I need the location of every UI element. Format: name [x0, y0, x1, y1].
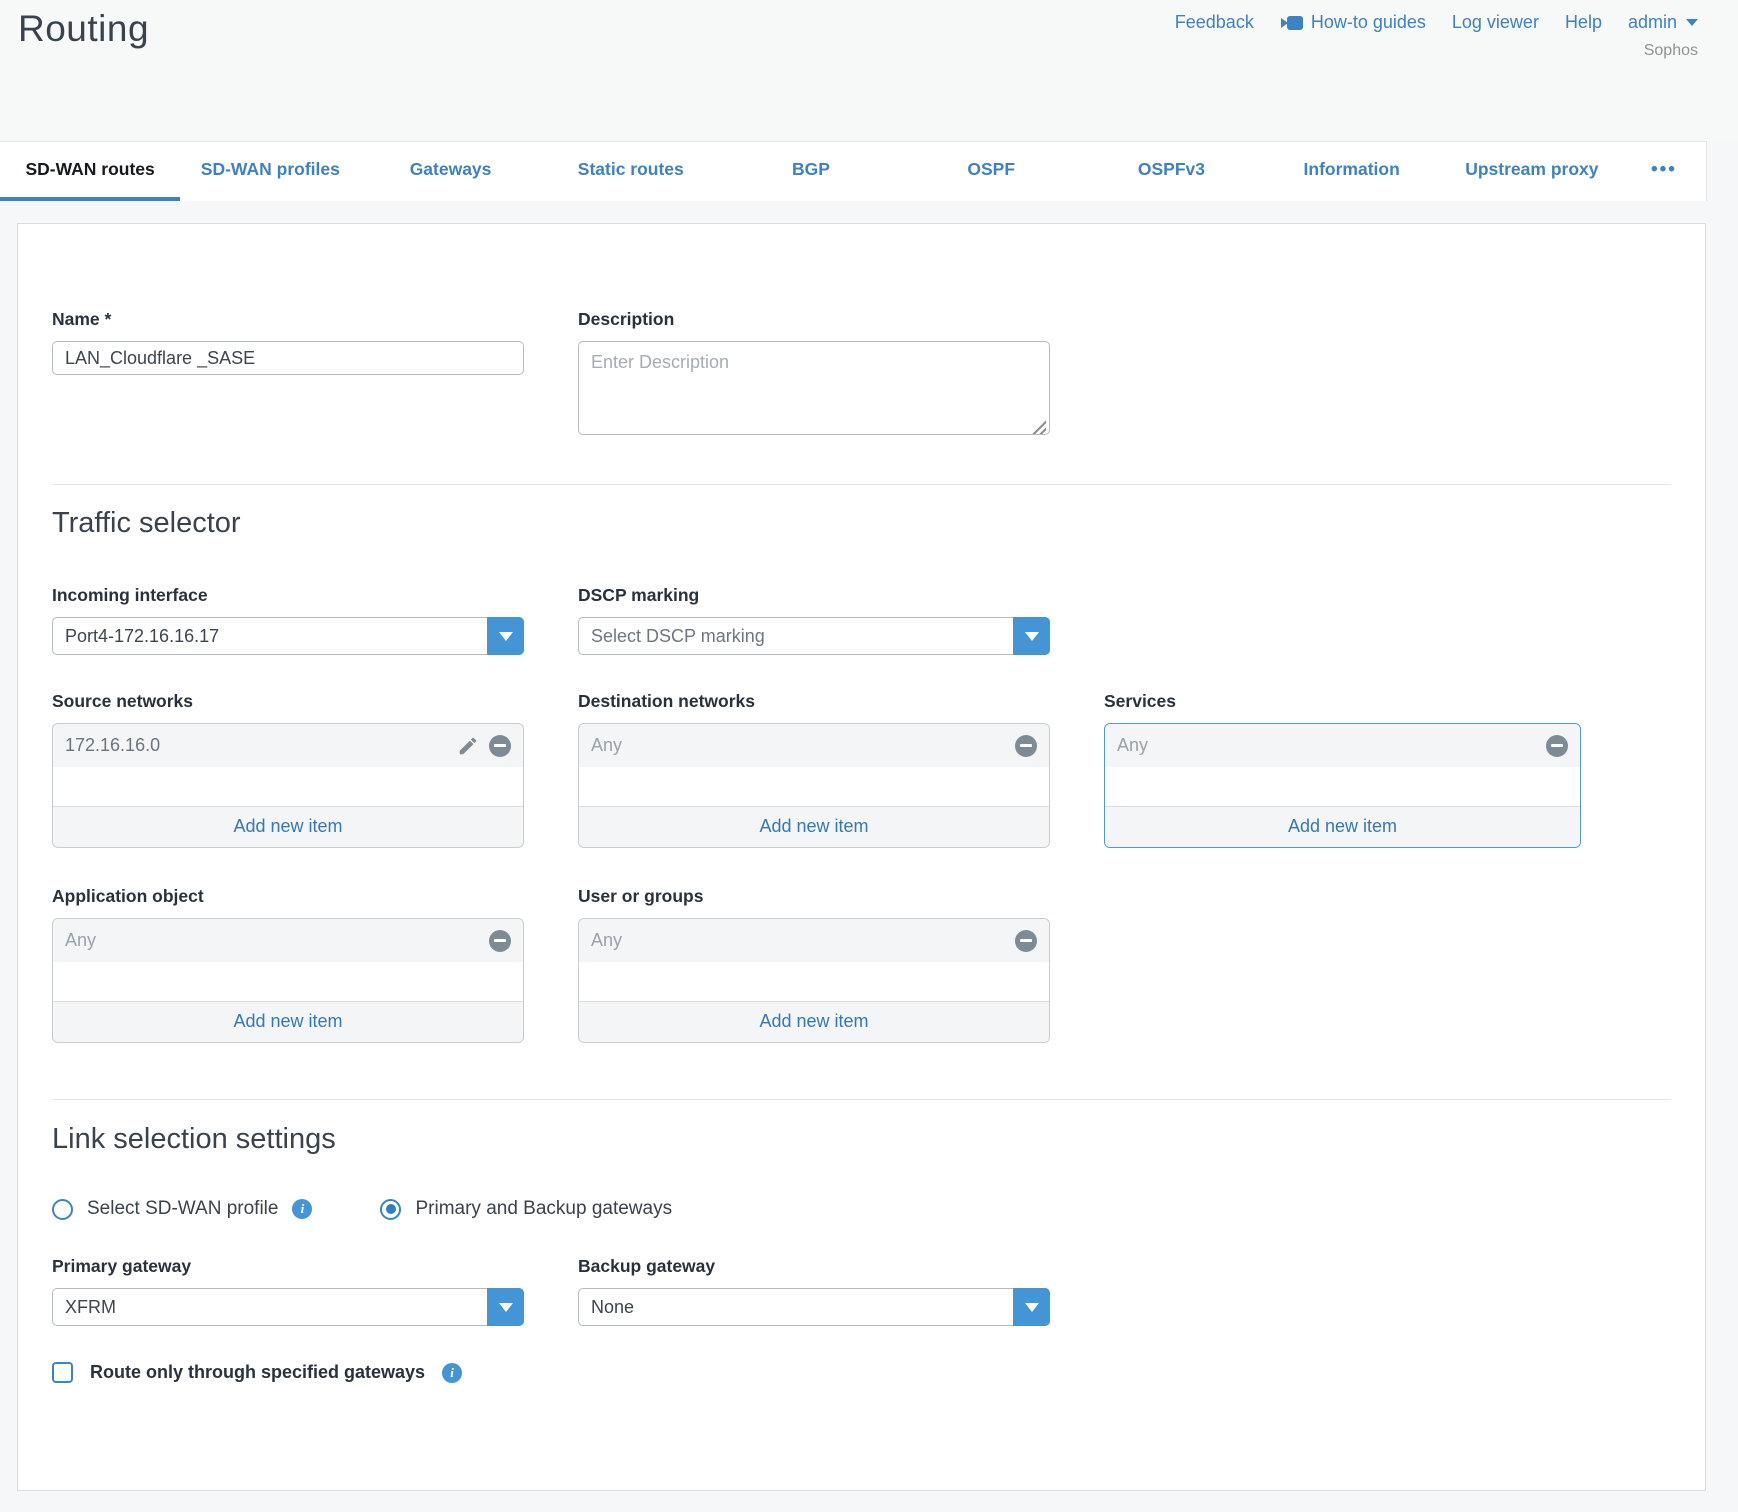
- destination-networks-label: Destination networks: [578, 691, 1050, 712]
- backup-gateway-select[interactable]: None: [578, 1288, 1050, 1326]
- user-or-groups-value: Any: [591, 930, 622, 951]
- remove-icon[interactable]: [1015, 930, 1037, 952]
- dscp-marking-value: Select DSCP marking: [591, 626, 765, 647]
- listbox-empty-area: [53, 962, 523, 1001]
- traffic-selector-title: Traffic selector: [52, 507, 1671, 540]
- radio-select-sdwan-profile[interactable]: [52, 1199, 73, 1220]
- list-item: Any: [53, 919, 523, 962]
- tab-ospfv3[interactable]: OSPFv3: [1081, 142, 1261, 201]
- services-box: Any Add new item: [1104, 723, 1581, 848]
- service-value: Any: [1117, 735, 1148, 756]
- primary-gateway-label: Primary gateway: [52, 1256, 524, 1277]
- page-header: Routing Feedback How-to guides Log viewe…: [0, 0, 1738, 141]
- source-network-value: 172.16.16.0: [65, 735, 160, 756]
- primary-gateway-select[interactable]: XFRM: [52, 1288, 524, 1326]
- listbox-empty-area: [579, 767, 1049, 806]
- tab-static-routes[interactable]: Static routes: [541, 142, 721, 201]
- radio-primary-backup-gateways[interactable]: [380, 1199, 401, 1220]
- remove-icon[interactable]: [1546, 735, 1568, 757]
- tab-sdwan-profiles[interactable]: SD-WAN profiles: [180, 142, 360, 201]
- remove-icon[interactable]: [489, 930, 511, 952]
- listbox-empty-area: [53, 767, 523, 806]
- name-input[interactable]: [52, 341, 524, 375]
- incoming-interface-value: Port4-172.16.16.17: [65, 626, 219, 647]
- user-or-groups-add-button[interactable]: Add new item: [579, 1001, 1049, 1042]
- description-input[interactable]: [578, 341, 1050, 435]
- howto-guides-link[interactable]: How-to guides: [1280, 12, 1426, 33]
- brand-label: Sophos: [1644, 42, 1698, 60]
- chevron-down-icon: [1686, 19, 1698, 26]
- tab-overflow-menu[interactable]: •••: [1622, 142, 1706, 201]
- services-label: Services: [1104, 691, 1581, 712]
- dscp-marking-select[interactable]: Select DSCP marking: [578, 617, 1050, 655]
- destination-networks-box: Any Add new item: [578, 723, 1050, 848]
- tab-upstream-proxy[interactable]: Upstream proxy: [1442, 142, 1622, 201]
- tab-gateways[interactable]: Gateways: [360, 142, 540, 201]
- section-divider: [52, 1099, 1671, 1100]
- dropdown-button-icon[interactable]: [487, 617, 524, 655]
- tab-bgp[interactable]: BGP: [721, 142, 901, 201]
- application-object-value: Any: [65, 930, 96, 951]
- application-object-box: Any Add new item: [52, 918, 524, 1043]
- section-divider: [52, 484, 1671, 485]
- video-camera-icon: [1280, 15, 1304, 31]
- backup-gateway-value: None: [591, 1297, 634, 1318]
- dscp-marking-label: DSCP marking: [578, 585, 1050, 606]
- admin-menu[interactable]: admin: [1628, 12, 1698, 33]
- incoming-interface-label: Incoming interface: [52, 585, 524, 606]
- feedback-link[interactable]: Feedback: [1175, 12, 1254, 33]
- info-icon[interactable]: i: [292, 1199, 312, 1219]
- remove-icon[interactable]: [489, 735, 511, 757]
- description-label: Description: [578, 309, 1050, 330]
- backup-gateway-label: Backup gateway: [578, 1256, 1050, 1277]
- application-object-label: Application object: [52, 886, 524, 907]
- route-only-checkbox-label: Route only through specified gateways: [90, 1362, 425, 1383]
- dropdown-button-icon[interactable]: [1013, 1288, 1050, 1326]
- list-item: Any: [579, 724, 1049, 767]
- source-networks-add-button[interactable]: Add new item: [53, 806, 523, 847]
- route-only-checkbox[interactable]: [52, 1362, 73, 1383]
- tab-information[interactable]: Information: [1262, 142, 1442, 201]
- list-item: Any: [579, 919, 1049, 962]
- dropdown-button-icon[interactable]: [487, 1288, 524, 1326]
- tab-bar: SD-WAN routes SD-WAN profiles Gateways S…: [0, 141, 1707, 201]
- help-link[interactable]: Help: [1565, 12, 1602, 33]
- link-selection-title: Link selection settings: [52, 1123, 1671, 1156]
- page-title: Routing: [18, 8, 149, 50]
- services-add-button[interactable]: Add new item: [1105, 806, 1580, 847]
- log-viewer-link[interactable]: Log viewer: [1452, 12, 1539, 33]
- header-links: Feedback How-to guides Log viewer Help a…: [1175, 12, 1698, 33]
- application-object-add-button[interactable]: Add new item: [53, 1001, 523, 1042]
- listbox-empty-area: [579, 962, 1049, 1001]
- sdwan-route-form: Name * Description Traffic selector Inco…: [17, 223, 1706, 1491]
- list-item: Any: [1105, 724, 1580, 767]
- destination-network-value: Any: [591, 735, 622, 756]
- incoming-interface-select[interactable]: Port4-172.16.16.17: [52, 617, 524, 655]
- source-networks-box: 172.16.16.0 Add new item: [52, 723, 524, 848]
- tab-sdwan-routes[interactable]: SD-WAN routes: [0, 142, 180, 201]
- user-or-groups-label: User or groups: [578, 886, 1050, 907]
- listbox-empty-area: [1105, 767, 1580, 806]
- dropdown-button-icon[interactable]: [1013, 617, 1050, 655]
- destination-networks-add-button[interactable]: Add new item: [579, 806, 1049, 847]
- tab-ospf[interactable]: OSPF: [901, 142, 1081, 201]
- name-label: Name *: [52, 309, 524, 330]
- radio-select-sdwan-profile-label: Select SD-WAN profile: [87, 1198, 278, 1220]
- radio-primary-backup-gateways-label: Primary and Backup gateways: [415, 1198, 672, 1220]
- remove-icon[interactable]: [1015, 735, 1037, 757]
- primary-gateway-value: XFRM: [65, 1297, 116, 1318]
- source-networks-label: Source networks: [52, 691, 524, 712]
- list-item: 172.16.16.0: [53, 724, 523, 767]
- edit-icon[interactable]: [457, 735, 479, 757]
- user-or-groups-box: Any Add new item: [578, 918, 1050, 1043]
- info-icon[interactable]: i: [442, 1363, 462, 1383]
